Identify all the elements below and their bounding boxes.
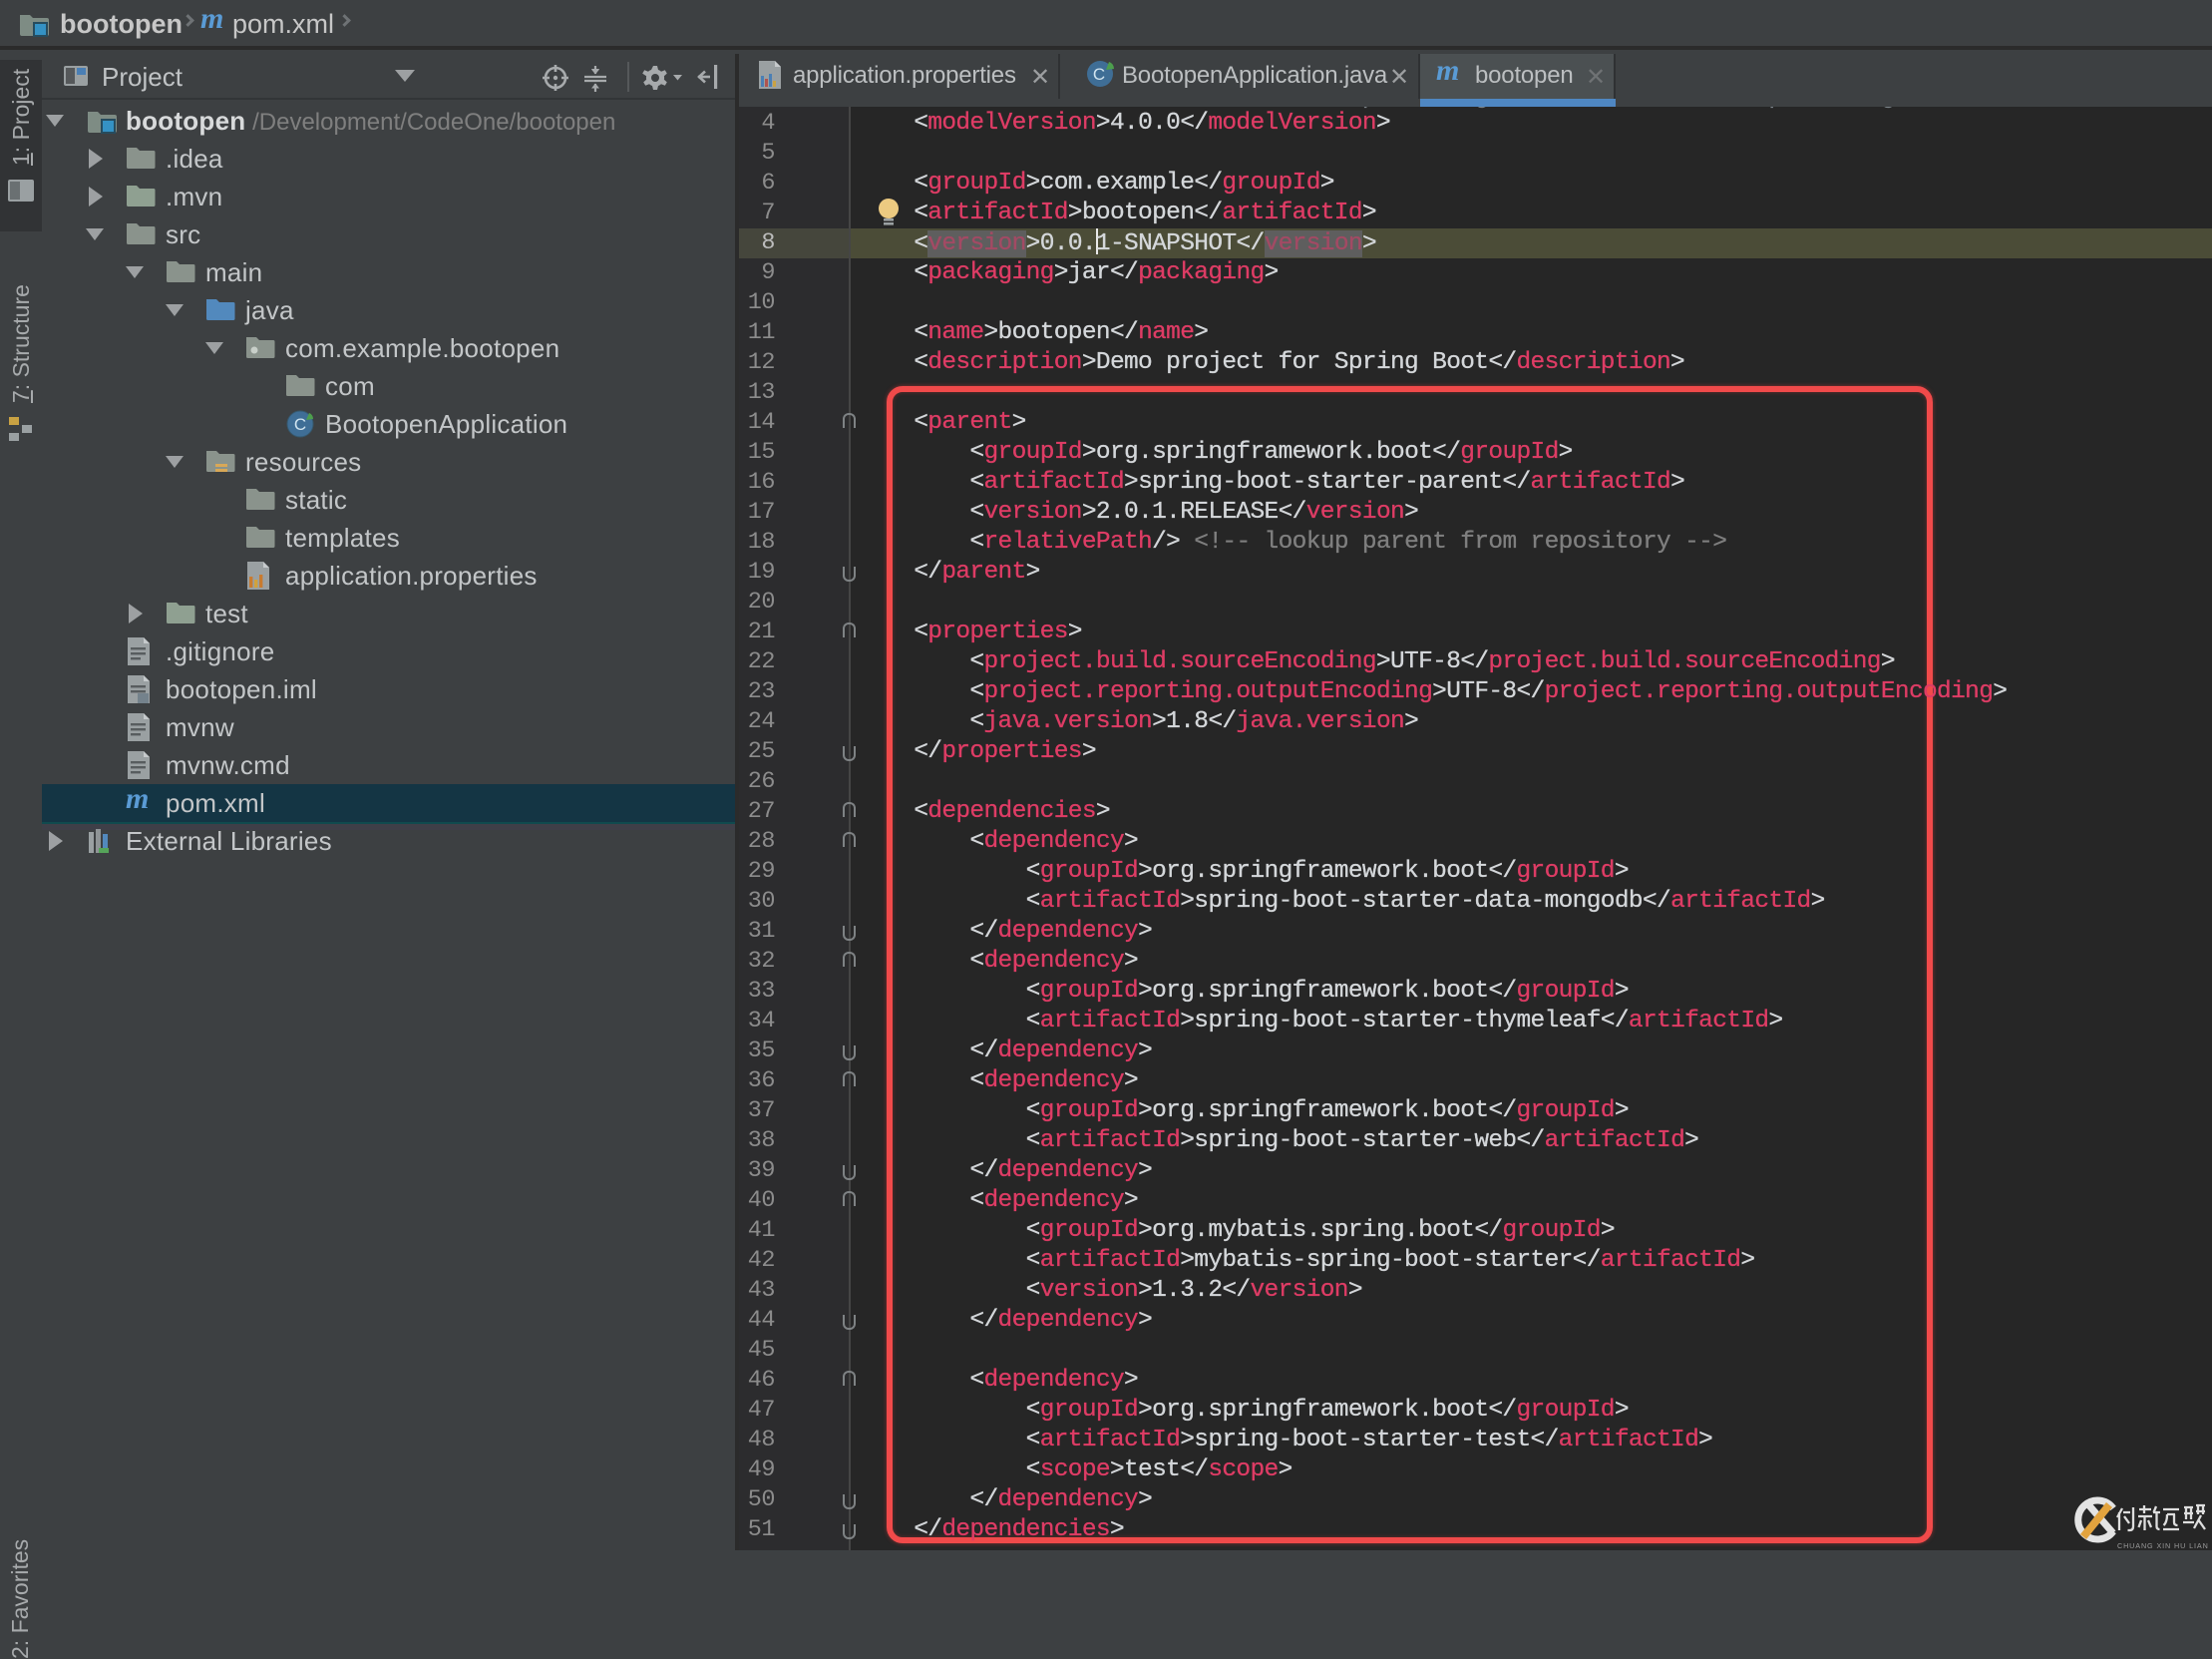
- svg-text:C: C: [294, 415, 306, 434]
- svg-text:C: C: [1093, 65, 1105, 84]
- svg-text:CHUANG XIN HU LIAN: CHUANG XIN HU LIAN: [2117, 1541, 2209, 1550]
